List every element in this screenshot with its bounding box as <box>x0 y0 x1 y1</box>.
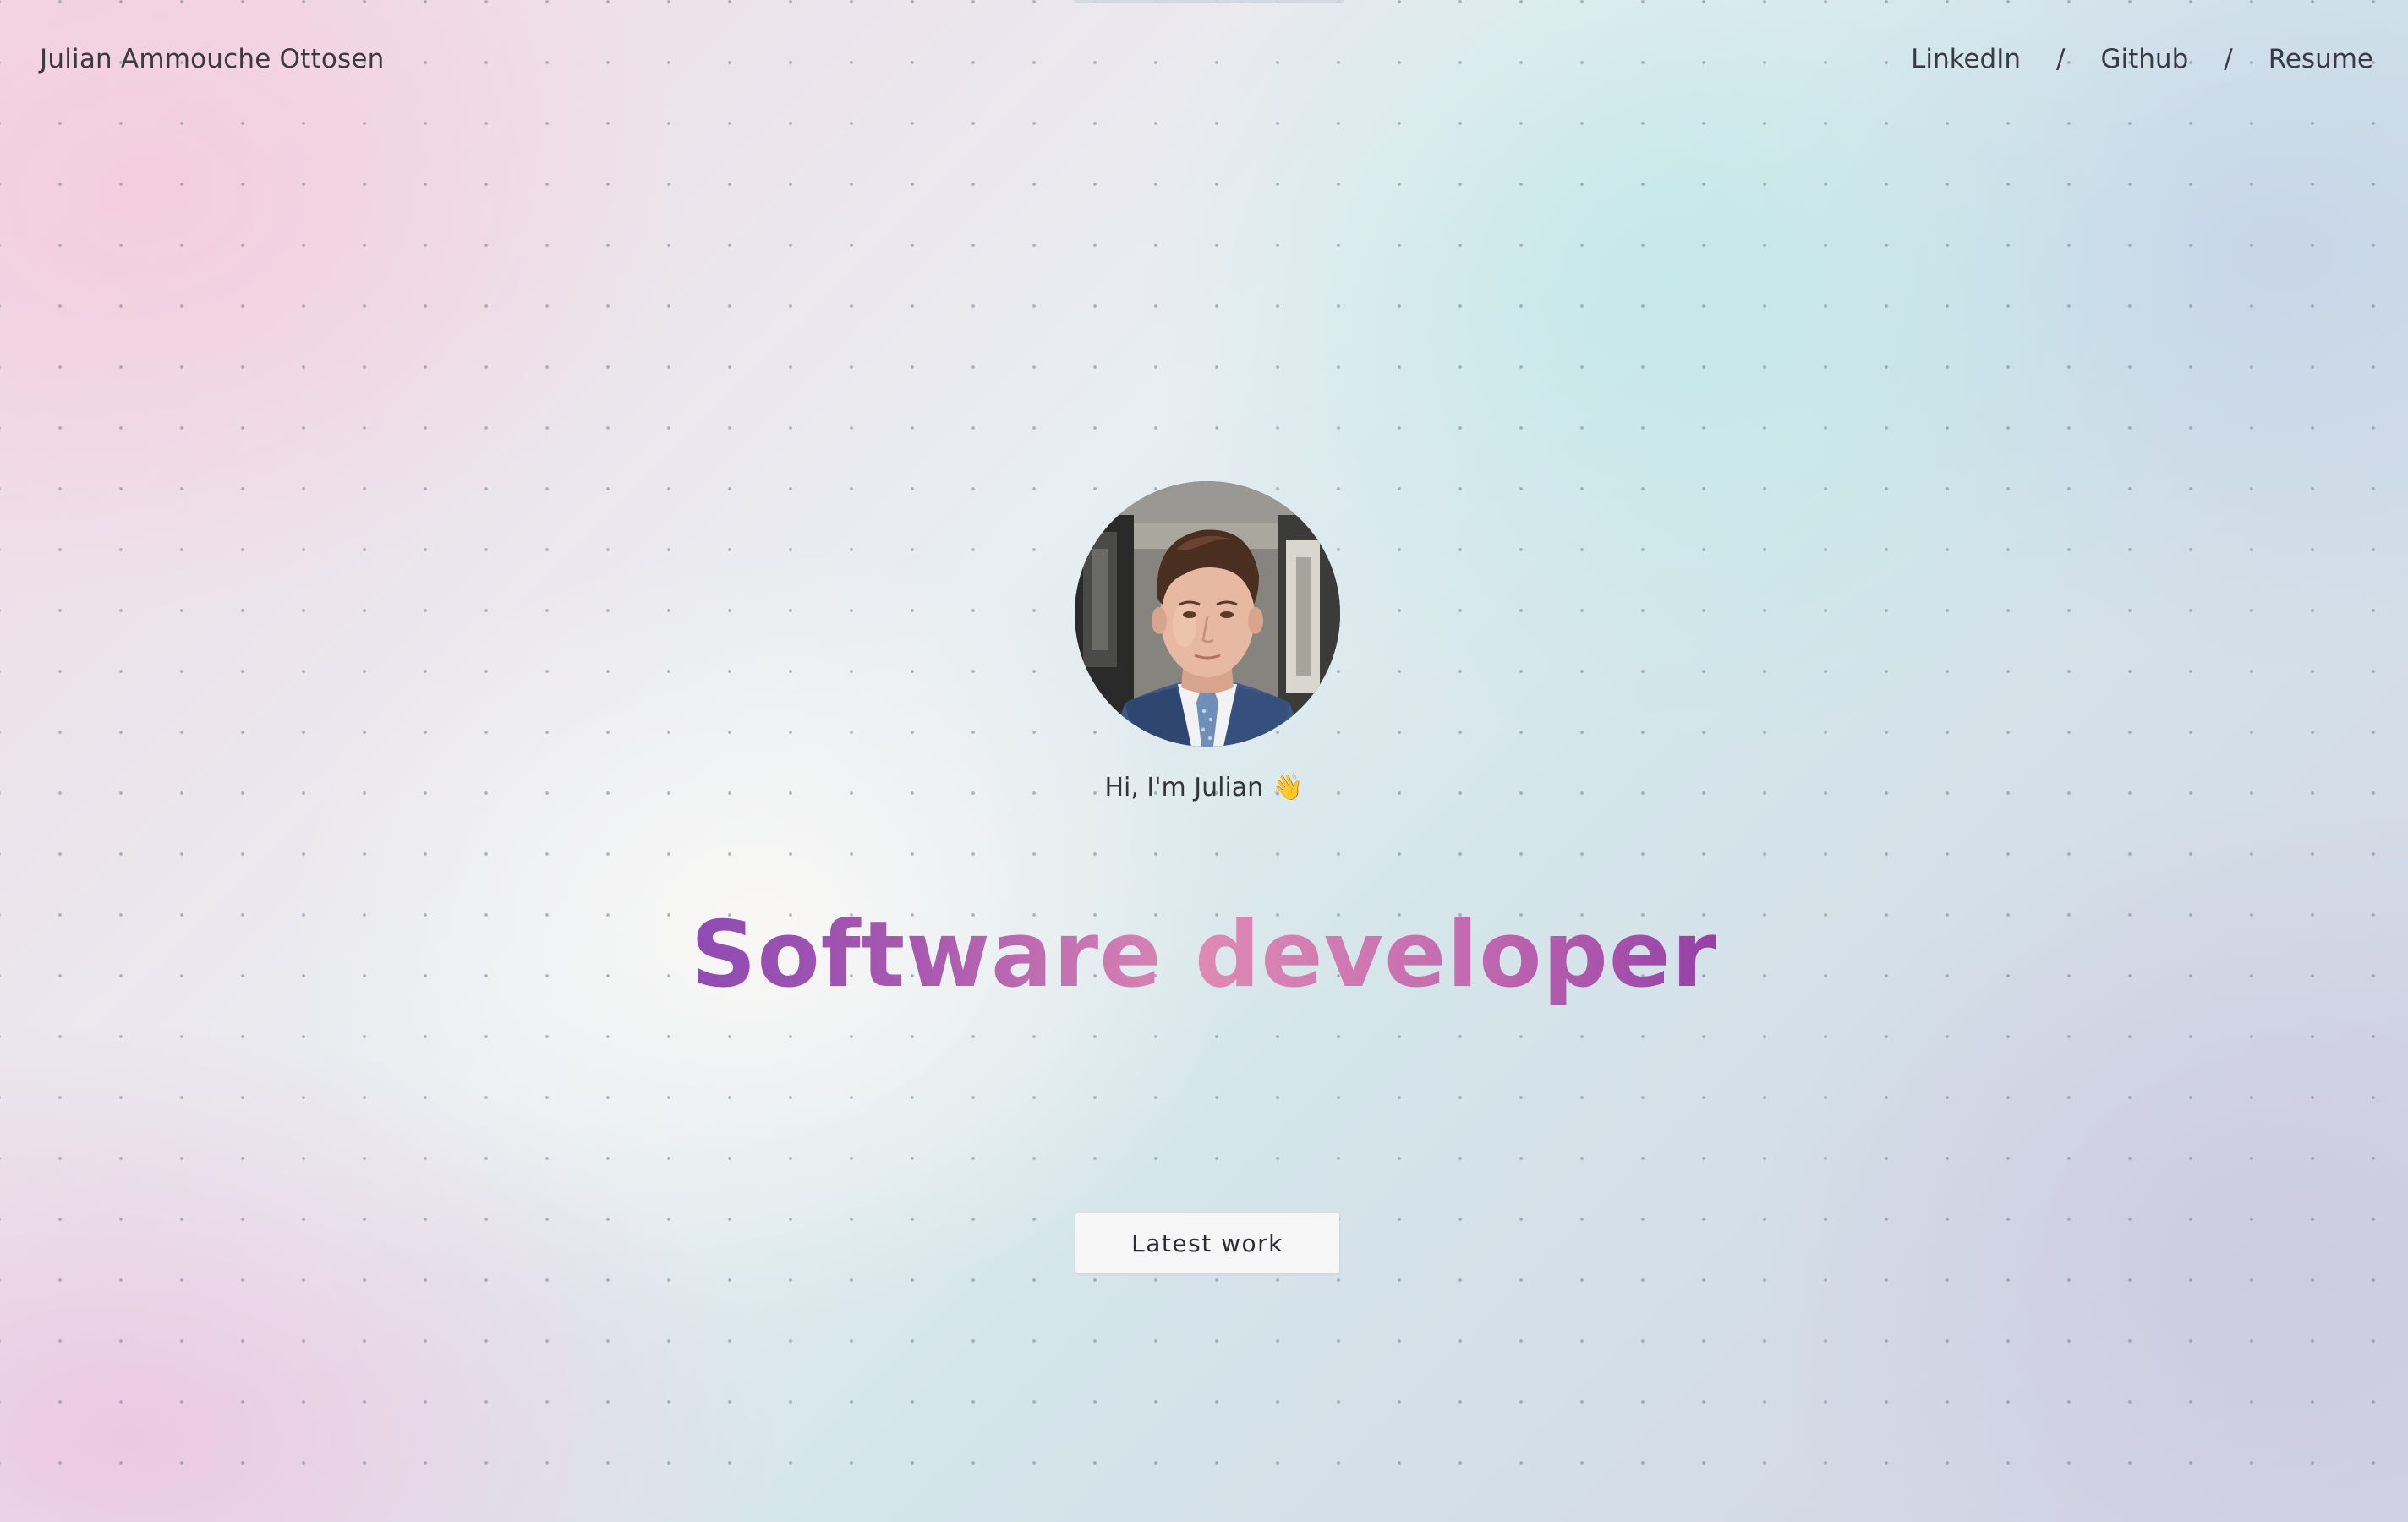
site-brand-name[interactable]: Julian Ammouche Ottosen <box>40 42 385 76</box>
dot-grid-pattern <box>0 0 2408 1522</box>
headline-text: Software developer <box>690 902 1718 1008</box>
greeting-text: Hi, I'm Julian <box>1104 773 1264 802</box>
profile-avatar <box>1075 481 1340 747</box>
site-header: Julian Ammouche Ottosen LinkedIn / Githu… <box>0 0 2408 118</box>
nav-link-github[interactable]: Github <box>2100 42 2188 76</box>
latest-work-button[interactable]: Latest work <box>1075 1213 1339 1273</box>
nav-link-resume[interactable]: Resume <box>2268 42 2373 76</box>
page-title: Software developer <box>0 896 2408 1015</box>
nav-link-linkedin[interactable]: LinkedIn <box>1911 42 2021 76</box>
portrait-illustration <box>1075 481 1340 747</box>
greeting-line: Hi, I'm Julian 👋 <box>0 771 2408 805</box>
waving-hand-icon: 👋 <box>1272 773 1304 802</box>
nav-separator: / <box>2224 44 2233 74</box>
header-nav: LinkedIn / Github / Resume <box>1911 42 2373 76</box>
nav-separator: / <box>2056 44 2066 74</box>
